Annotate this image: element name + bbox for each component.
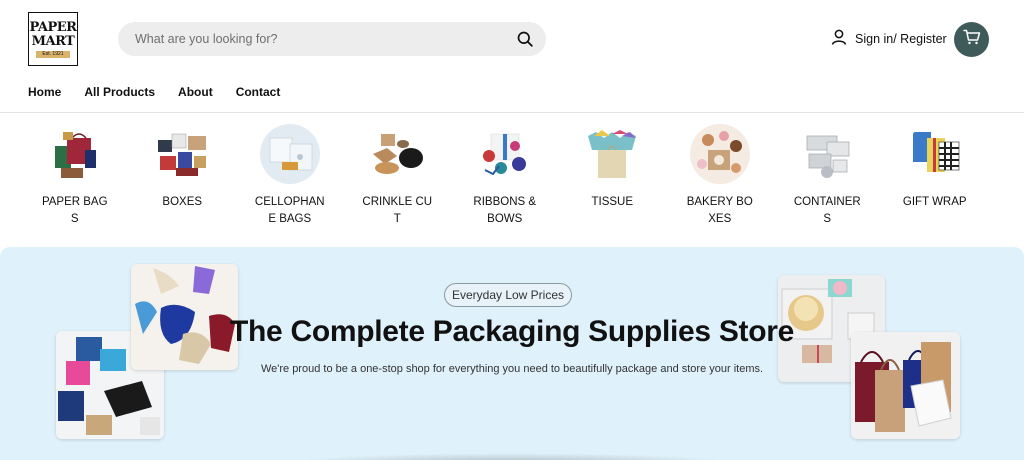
everyday-low-prices-badge: Everyday Low Prices bbox=[444, 283, 572, 307]
category-containers[interactable]: CONTAINERS bbox=[774, 124, 882, 234]
category-label: GIFT WRAP bbox=[902, 196, 967, 208]
category-label: BAKERY BOXES bbox=[686, 196, 753, 225]
logo-est: Est. 1921 bbox=[36, 50, 70, 58]
sign-in-label: Sign in/ Register bbox=[855, 31, 947, 46]
gift-wrap-image bbox=[904, 124, 965, 184]
hero-title: The Complete Packaging Supplies Store bbox=[229, 315, 795, 348]
category-label: RIBBONS & BOWS bbox=[473, 196, 537, 225]
category-crinkle-cut[interactable]: CRINKLE CUT bbox=[344, 124, 452, 234]
category-boxes[interactable]: BOXES bbox=[129, 124, 237, 234]
category-cellophane-bags[interactable]: CELLOPHANE BAGS bbox=[236, 124, 344, 234]
category-label: CRINKLE CUT bbox=[362, 196, 433, 225]
logo-line-1: PAPER bbox=[29, 19, 77, 35]
ribbons-bows-image bbox=[474, 124, 535, 184]
cart-icon bbox=[962, 29, 981, 50]
category-label: PAPER BAGS bbox=[41, 196, 108, 225]
nav-about[interactable]: About bbox=[178, 85, 213, 99]
paper-mart-logo[interactable]: PAPER MART Est. 1921 bbox=[28, 12, 78, 66]
main-nav: Home All Products About Contact bbox=[28, 85, 280, 99]
cart-button[interactable] bbox=[954, 22, 989, 57]
hero-subtitle: We're proud to be a one-stop shop for ev… bbox=[260, 363, 764, 375]
category-label: BOXES bbox=[162, 196, 203, 208]
search-input[interactable] bbox=[135, 32, 516, 46]
hero-banner: Everyday Low Prices The Complete Packagi… bbox=[0, 247, 1024, 460]
category-bakery-boxes[interactable]: BAKERY BOXES bbox=[666, 124, 774, 234]
tissue-image bbox=[582, 124, 643, 184]
nav-contact[interactable]: Contact bbox=[236, 85, 281, 99]
nav-home[interactable]: Home bbox=[28, 85, 61, 99]
category-strip: PAPER BAGS BOXES CELLOPHANE BAGS CRINKLE… bbox=[21, 124, 1007, 234]
category-tissue[interactable]: TISSUE bbox=[559, 124, 667, 234]
category-paper-bags[interactable]: PAPER BAGS bbox=[21, 124, 129, 234]
category-label: TISSUE bbox=[591, 196, 634, 208]
bakery-boxes-image bbox=[689, 124, 750, 184]
boxes-image bbox=[152, 124, 213, 184]
user-icon bbox=[831, 29, 847, 48]
sign-in-register-link[interactable]: Sign in/ Register bbox=[831, 29, 947, 48]
logo-line-2: MART bbox=[31, 33, 75, 49]
category-label: CONTAINERS bbox=[793, 196, 861, 225]
category-label: CELLOPHANE BAGS bbox=[254, 196, 325, 225]
header-divider bbox=[0, 112, 1024, 113]
category-gift-wrap[interactable]: GIFT WRAP bbox=[881, 124, 989, 234]
crinkle-cut-image bbox=[367, 124, 428, 184]
containers-image bbox=[797, 124, 858, 184]
search-bar bbox=[118, 22, 546, 56]
cellophane-bags-image bbox=[259, 124, 320, 184]
search-icon[interactable] bbox=[516, 30, 534, 48]
category-ribbons-bows[interactable]: RIBBONS & BOWS bbox=[451, 124, 559, 234]
hero-card-shadow bbox=[282, 453, 742, 460]
nav-all-products[interactable]: All Products bbox=[84, 85, 155, 99]
paper-bags-image bbox=[44, 124, 105, 184]
